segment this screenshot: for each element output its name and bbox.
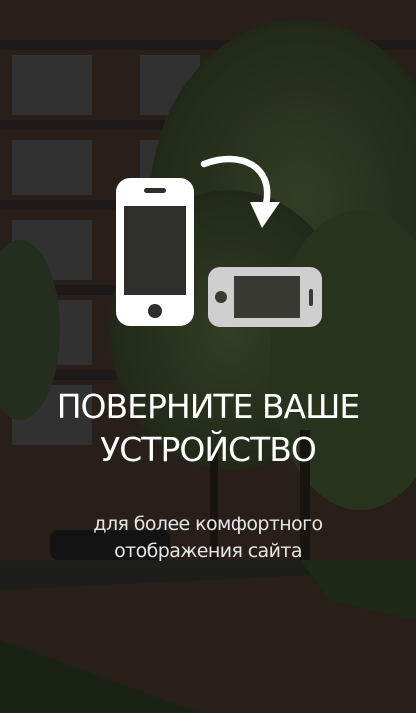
phone-portrait-icon bbox=[116, 178, 194, 326]
rotate-heading-line-2: УСТРОЙСТВО bbox=[100, 430, 317, 469]
rotate-subtext-line-1: для более комфортного bbox=[93, 513, 323, 535]
rotate-arrow-icon bbox=[200, 155, 280, 228]
background-dim-overlay bbox=[0, 0, 416, 713]
rotate-subtext-line-2: отображения сайта bbox=[114, 540, 302, 562]
phone-landscape-icon bbox=[208, 267, 322, 327]
rotate-device-screen: ПОВЕРНИТЕ ВАШЕ УСТРОЙСТВО для более комф… bbox=[0, 0, 416, 713]
rotate-device-illustration bbox=[116, 155, 322, 327]
rotate-heading-line-1: ПОВЕРНИТЕ ВАШЕ bbox=[56, 387, 361, 426]
